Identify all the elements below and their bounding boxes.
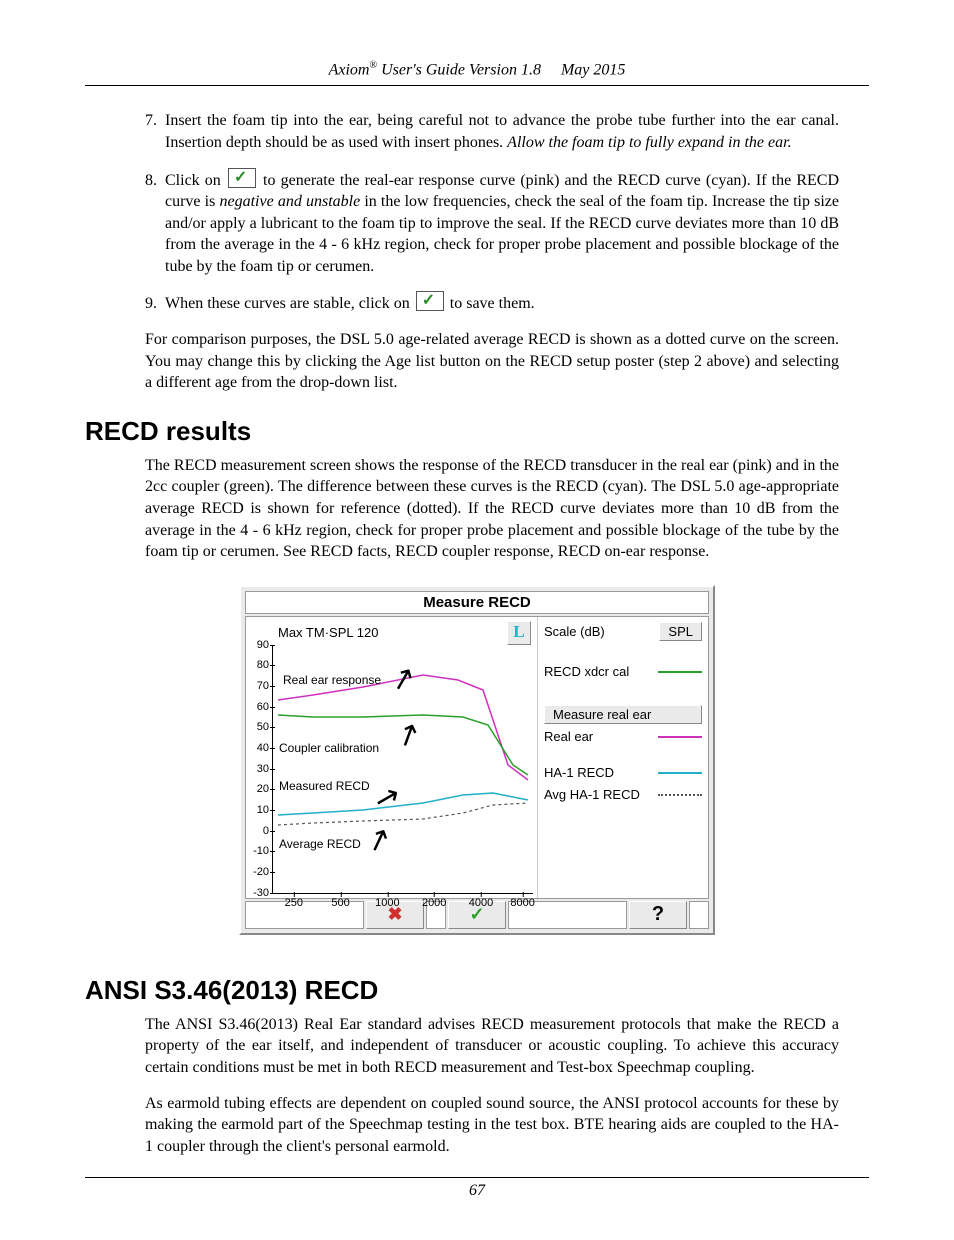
step-8: Click on to generate the real-ear respon…: [161, 168, 839, 278]
chart-lines: [273, 645, 533, 893]
checkmark-icon[interactable]: [228, 168, 256, 188]
header-date: May 2015: [561, 61, 625, 78]
recd-results-para: The RECD measurement screen shows the re…: [145, 455, 839, 563]
heading-recd-results: RECD results: [85, 416, 839, 447]
max-tm-spl: Max TM·SPL 120: [278, 625, 378, 640]
step-7: Insert the foam tip into the ear, being …: [161, 110, 839, 153]
legend-panel: Scale (dB) SPL RECD xdcr cal Measure rea…: [537, 617, 708, 898]
swatch-green: [658, 671, 702, 673]
help-button[interactable]: ?: [629, 901, 687, 929]
chart-area: Max TM·SPL 120 L 90 80 70 60 50 40 30: [246, 617, 537, 898]
swatch-cyan: [658, 772, 702, 774]
ansi-p1: The ANSI S3.46(2013) Real Ear standard a…: [145, 1014, 839, 1079]
swatch-dotted: [658, 794, 702, 796]
ansi-p2: As earmold tubing effects are dependent …: [145, 1093, 839, 1158]
header-title: User's Guide Version 1.8: [381, 61, 541, 78]
measure-recd-panel: Measure RECD Max TM·SPL 120 L 90 80 70 6…: [239, 585, 715, 935]
comparison-para: For comparison purposes, the DSL 5.0 age…: [145, 329, 839, 394]
legend-ha1: HA-1 RECD: [544, 765, 658, 780]
measure-recd-figure: Measure RECD Max TM·SPL 120 L 90 80 70 6…: [115, 585, 839, 935]
panel-title: Measure RECD: [245, 591, 709, 614]
page-header: Axiom® User's Guide Version 1.8 May 2015: [85, 60, 869, 86]
page-number: 67: [469, 1182, 485, 1199]
step-9: When these curves are stable, click on t…: [161, 291, 839, 315]
legend-recd-xdcr: RECD xdcr cal: [544, 664, 658, 679]
chart-axes: 90 80 70 60 50 40 30 20 10 0 -10 -20: [272, 645, 533, 894]
l-button[interactable]: L: [507, 621, 531, 645]
legend-real-ear: Real ear: [544, 729, 658, 744]
checkmark-icon[interactable]: [416, 291, 444, 311]
heading-ansi: ANSI S3.46(2013) RECD: [85, 975, 839, 1006]
measure-real-ear-button[interactable]: Measure real ear: [544, 705, 702, 724]
page-footer: 67: [85, 1177, 869, 1200]
header-product: Axiom: [329, 61, 370, 78]
legend-avg-ha1: Avg HA-1 RECD: [544, 787, 658, 802]
legend-scale: Scale (dB): [544, 624, 659, 639]
spl-button[interactable]: SPL: [659, 622, 702, 641]
swatch-magenta: [658, 736, 702, 738]
instruction-list: Insert the foam tip into the ear, being …: [115, 110, 839, 315]
